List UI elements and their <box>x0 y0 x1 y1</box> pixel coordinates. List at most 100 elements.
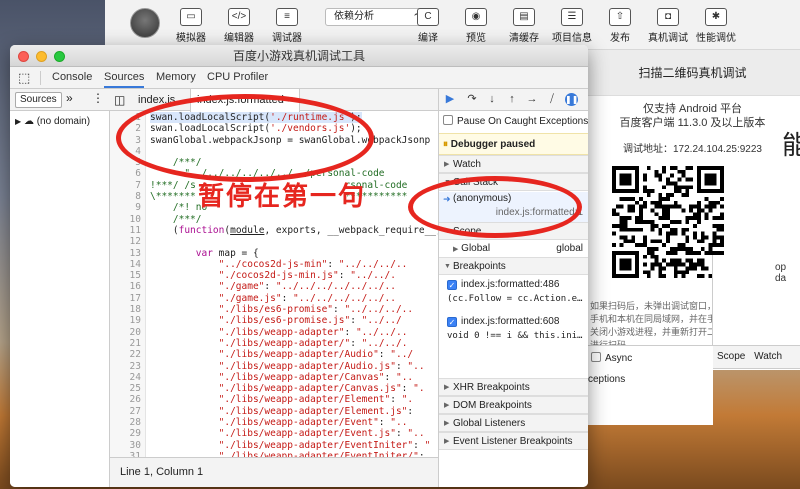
tab-cpu-profiler[interactable]: CPU Profiler <box>207 67 268 88</box>
background-watch-tab[interactable]: Watch <box>754 351 782 362</box>
support-line-2: 百度客户端 11.3.0 及以上版本 <box>619 117 766 129</box>
breakpoint-checkbox[interactable]: ✓ <box>447 280 457 290</box>
simulator-label: 模拟器 <box>176 33 206 44</box>
triangle-down-icon: ▼ <box>444 263 451 270</box>
debugger-button[interactable]: ≡ 调试器 <box>264 8 310 44</box>
section-label: XHR Breakpoints <box>453 382 530 393</box>
pause-on-exceptions-icon[interactable]: ❚❚ <box>565 93 578 106</box>
remote-debug-label: 真机调试 <box>648 33 688 44</box>
window-title: 百度小游戏真机调试工具 <box>232 49 365 63</box>
clear-cache-label: 清缓存 <box>509 33 539 44</box>
debugger-toolbar: ▶︎ ↷ ↓ ↑ → ⧸ ❚❚ <box>439 89 588 111</box>
project-info-label: 项目信息 <box>552 33 592 44</box>
divider <box>40 71 41 85</box>
pause-on-caught-label: Pause On Caught Exceptions <box>457 116 588 127</box>
mode-select-value: 依赖分析 <box>334 11 374 22</box>
project-info-button[interactable]: ☰ 项目信息 <box>549 8 595 44</box>
simulator-button[interactable]: ▭ 模拟器 <box>168 8 214 44</box>
info-list-icon: ☰ <box>561 8 583 26</box>
breakpoint-code: (cc.Follow = cc.Action.e… <box>447 294 583 304</box>
code-icon: </> <box>228 8 250 26</box>
toggle-navigator-icon[interactable]: ◫ <box>110 89 129 111</box>
annotation-ellipse-code <box>116 94 374 182</box>
section-label: Event Listener Breakpoints <box>453 436 573 447</box>
tab-console[interactable]: Console <box>52 67 92 88</box>
sliders-icon: ≡ <box>276 8 298 26</box>
scope-value: global <box>556 243 583 254</box>
resume-icon[interactable]: ▶︎ <box>443 92 457 107</box>
triangle-right-icon: ▶ <box>444 402 450 409</box>
section-label: Global Listeners <box>453 418 526 429</box>
remote-debug-button[interactable]: ◘ 真机调试 <box>645 8 691 44</box>
breakpoint-location: index.js:formatted:486 <box>461 279 560 290</box>
section-label: Watch <box>453 159 481 170</box>
paused-text: Debugger paused <box>450 139 536 150</box>
section-dom-breakpoints[interactable]: ▶ DOM Breakpoints <box>439 396 588 414</box>
triangle-right-icon: ▶ <box>453 246 459 253</box>
close-window-button[interactable] <box>18 51 29 62</box>
tree-item-no-domain[interactable]: ▶ ☁ (no domain) <box>15 116 90 127</box>
file-navigator: Sources » ⋮ ▶ ☁ (no domain) <box>10 89 110 487</box>
navigator-header: Sources » ⋮ <box>10 89 110 111</box>
pause-on-caught-checkbox[interactable] <box>443 115 453 125</box>
async-label: Async <box>605 353 633 364</box>
deactivate-breakpoints-icon[interactable]: ⧸ <box>545 92 559 107</box>
compile-button[interactable]: C 编译 <box>405 8 451 44</box>
qr-support-text: 仅支持 Android 平台 百度客户端 11.3.0 及以上版本 <box>584 102 800 130</box>
background-debugger: Async xceptions <box>583 345 713 425</box>
publish-button[interactable]: ⇧ 发布 <box>597 8 643 44</box>
window-titlebar: 百度小游戏真机调试工具 <box>10 45 588 67</box>
section-breakpoints[interactable]: ▼ Breakpoints <box>439 257 588 275</box>
debug-address: 调试地址：172.24.104.25:9223 <box>623 144 762 155</box>
step-over-icon[interactable]: ↷ <box>465 92 479 107</box>
background-scope-watch-tabs: Scope Watch <box>712 345 800 369</box>
navigator-sources-tab[interactable]: Sources <box>15 92 62 108</box>
editor-status-bar: Line 1, Column 1 <box>110 457 438 487</box>
section-watch[interactable]: ▶ Watch <box>439 155 588 173</box>
scope-row[interactable]: ▶ Global global <box>439 240 588 257</box>
triangle-right-icon: ▶ <box>444 438 450 445</box>
support-line-1: 仅支持 Android 平台 <box>642 103 743 115</box>
breakpoint-location: index.js:formatted:608 <box>461 316 560 327</box>
breakpoint-item[interactable]: ✓ index.js:formatted:608 void 0 !== i && … <box>439 314 588 348</box>
android-icon: ◘ <box>657 8 679 26</box>
async-option[interactable]: Async <box>591 352 632 364</box>
kebab-menu-icon[interactable]: ⋮ <box>92 91 104 105</box>
upload-icon: ⇧ <box>609 8 631 26</box>
cache-icon: ▤ <box>513 8 535 26</box>
side-text: 能 <box>782 130 800 160</box>
more-tabs-icon[interactable]: » <box>66 91 73 105</box>
editor-button[interactable]: </> 编辑器 <box>216 8 262 44</box>
performance-label: 性能调优 <box>696 33 736 44</box>
triangle-right-icon: ▶ <box>444 161 450 168</box>
tab-sources[interactable]: Sources <box>104 67 145 88</box>
triangle-right-icon: ▶ <box>15 117 22 126</box>
inspect-icon[interactable]: ⬚ <box>18 67 30 88</box>
publish-label: 发布 <box>610 33 630 44</box>
section-global-listeners[interactable]: ▶ Global Listeners <box>439 414 588 432</box>
pause-on-caught-option[interactable]: Pause On Caught Exceptions <box>439 115 588 133</box>
step-into-icon[interactable]: ↓ <box>485 92 499 107</box>
annotation-ellipse-callstack <box>408 176 582 238</box>
tab-memory[interactable]: Memory <box>156 67 196 88</box>
scope-name: Global <box>461 243 491 254</box>
section-xhr-breakpoints[interactable]: ▶ XHR Breakpoints <box>439 378 588 396</box>
minimize-window-button[interactable] <box>36 51 47 62</box>
background-exceptions: xceptions <box>583 374 626 385</box>
preview-button[interactable]: ◉ 预览 <box>453 8 499 44</box>
qr-panel-title: 扫描二维码真机调试 <box>584 50 800 96</box>
step-icon[interactable]: → <box>525 92 539 107</box>
section-event-listener-breakpoints[interactable]: ▶ Event Listener Breakpoints <box>439 432 588 450</box>
triangle-right-icon: ▶ <box>444 384 450 391</box>
async-checkbox[interactable] <box>591 352 601 362</box>
breakpoint-checkbox[interactable]: ✓ <box>447 317 457 327</box>
performance-button[interactable]: ✱ 性能调优 <box>693 8 739 44</box>
step-out-icon[interactable]: ↑ <box>505 92 519 107</box>
zoom-window-button[interactable] <box>54 51 65 62</box>
breakpoint-item[interactable]: ✓ index.js:formatted:486 (cc.Follow = cc.… <box>439 277 588 311</box>
avatar[interactable] <box>130 8 160 38</box>
simulator-icon: ▭ <box>180 8 202 26</box>
background-scope-tab[interactable]: Scope <box>717 351 745 362</box>
clear-cache-button[interactable]: ▤ 清缓存 <box>501 8 547 44</box>
bug-icon: ✱ <box>705 8 727 26</box>
